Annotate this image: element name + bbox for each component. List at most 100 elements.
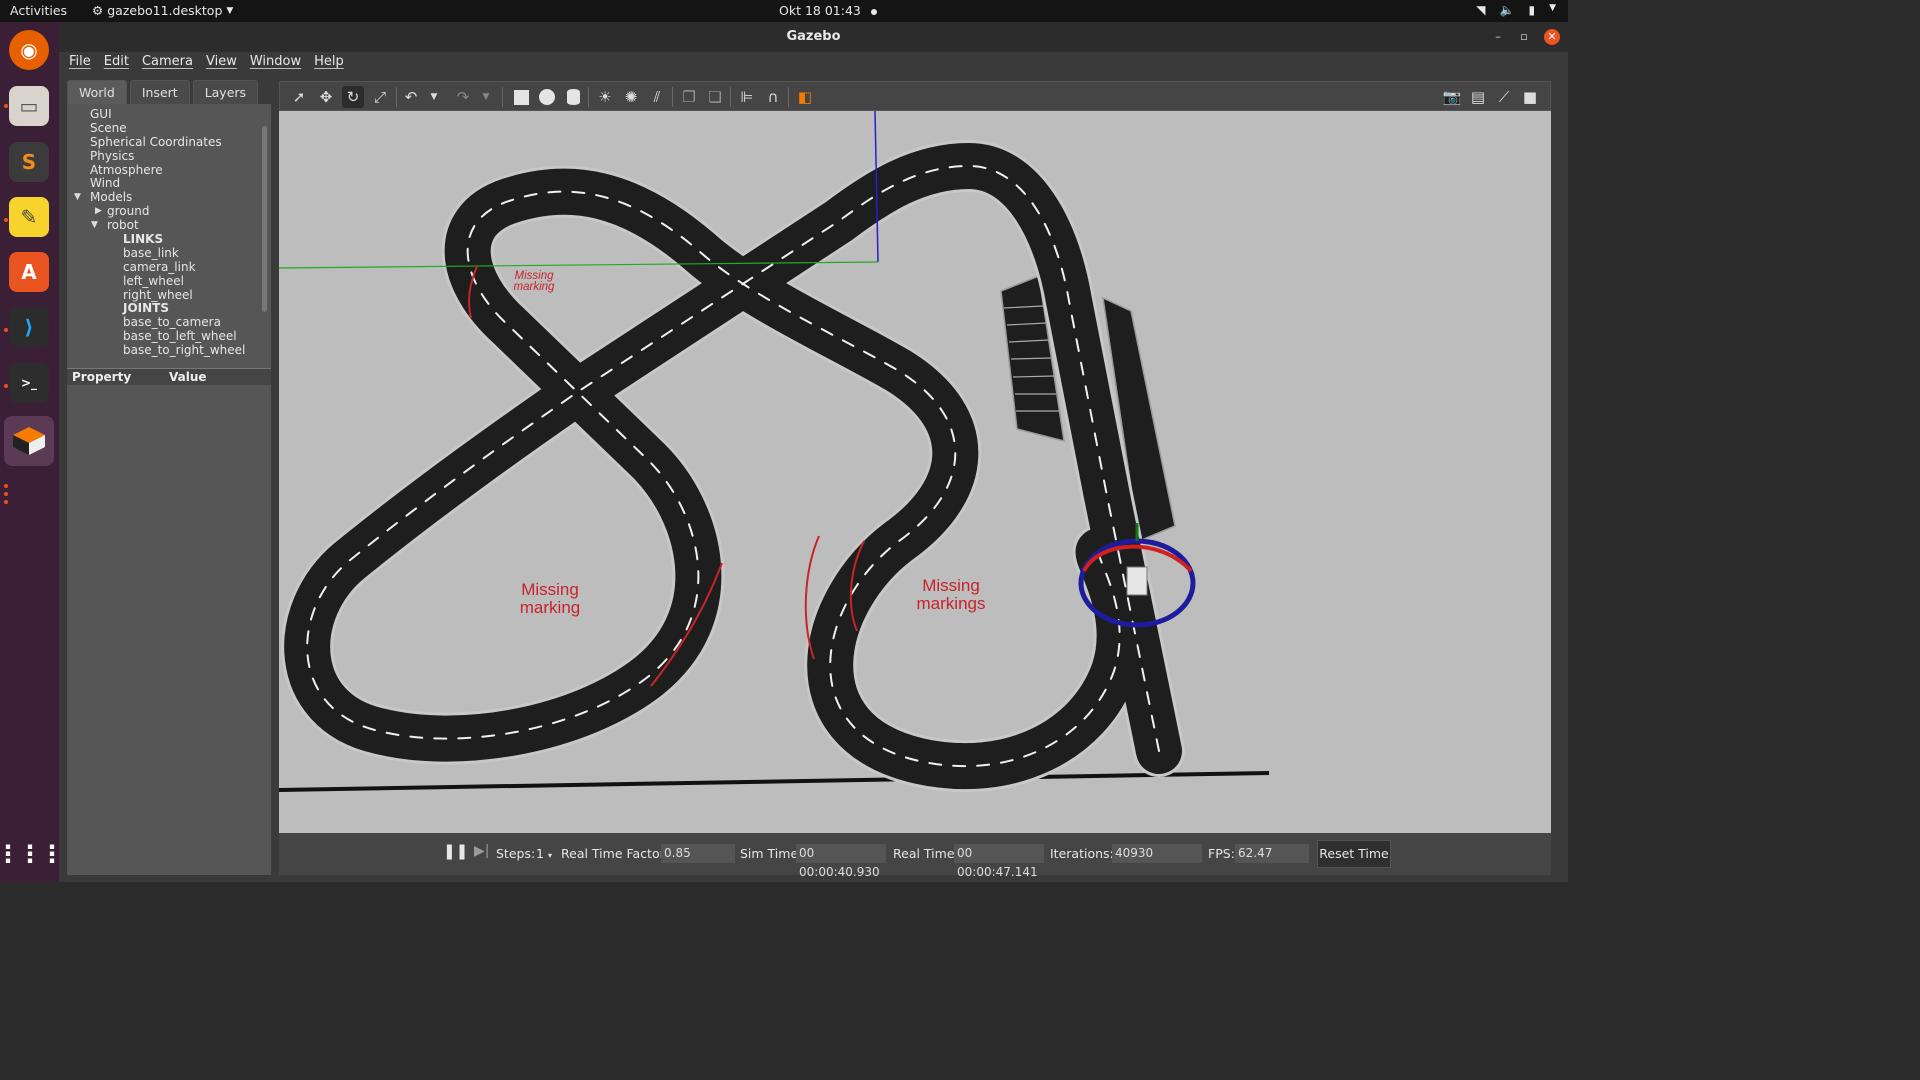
menu-window[interactable]: Window	[245, 52, 306, 74]
paste-icon[interactable]: ❏	[704, 86, 726, 108]
redo-history-chevron-icon[interactable]: ▼	[475, 86, 497, 108]
running-indicator	[4, 328, 8, 332]
tree-item-atmosphere[interactable]: Atmosphere	[67, 163, 271, 178]
tree-item-physics[interactable]: Physics	[67, 149, 271, 164]
tab-insert[interactable]: Insert	[129, 80, 190, 104]
tree-item-link[interactable]: camera_link	[67, 260, 271, 275]
firefox-icon[interactable]: ◉	[9, 30, 49, 70]
snap-icon[interactable]: ∩	[762, 86, 784, 108]
software-center-icon[interactable]: A	[9, 252, 49, 292]
fps-value: 62.47	[1235, 844, 1309, 863]
robot-body[interactable]	[1126, 566, 1148, 596]
wifi-icon: ◥	[1476, 3, 1486, 17]
minimize-button[interactable]: –	[1490, 29, 1506, 45]
menu-file[interactable]: File	[64, 52, 96, 74]
left-panel: World Insert Layers GUI Scene Spherical …	[67, 80, 271, 875]
tree-item-robot[interactable]: ▼ robot	[67, 218, 271, 233]
tree-item-label: robot	[107, 218, 139, 233]
vscode-icon[interactable]: ⟩	[9, 307, 49, 347]
directional-light-icon[interactable]: ⫽	[646, 86, 668, 108]
property-table-header: Property Value	[67, 369, 271, 385]
scale-mode-icon[interactable]: ⤢	[369, 86, 391, 108]
gazebo-app-icon: ⚙	[92, 3, 104, 18]
tab-world[interactable]: World	[67, 80, 127, 104]
sim-time-value: 00 00:00:40.930	[796, 844, 886, 879]
scene-viewport[interactable]: Missing marking Missing marking Missing …	[279, 111, 1551, 833]
menu-view[interactable]: View	[201, 52, 242, 74]
step-icon[interactable]: ▶|	[474, 843, 489, 859]
sphere-shape-icon[interactable]	[536, 86, 558, 108]
collapsed-arrow-icon[interactable]: ▶	[95, 205, 102, 219]
terminal-icon[interactable]: >_	[9, 363, 49, 403]
dock: ◉ ▭ S ✎ A ⟩ >_ ⋮⋮⋮	[0, 22, 64, 882]
property-table: Property Value	[67, 368, 271, 875]
undo-icon[interactable]: ↶	[400, 86, 422, 108]
close-button[interactable]: ✕	[1544, 29, 1560, 45]
rotate-mode-icon[interactable]: ↻	[342, 86, 364, 108]
tree-item-models[interactable]: ▼ Models	[67, 190, 271, 205]
tree-item-label: Models	[90, 190, 133, 205]
running-indicator	[4, 492, 8, 496]
toolbar-separator	[788, 87, 789, 107]
clock[interactable]: Okt 18 01:43	[779, 3, 877, 18]
align-icon[interactable]: ⊫	[736, 86, 758, 108]
toolbar-separator	[588, 87, 589, 107]
app-menu[interactable]: ⚙ gazebo11.desktop ▼	[92, 3, 233, 18]
steps-spinbox[interactable]: 1 ▾	[536, 846, 552, 861]
point-light-icon[interactable]: ☀	[594, 86, 616, 108]
real-time-value: 00 00:00:47.141	[954, 844, 1044, 879]
change-view-icon[interactable]: ◧	[794, 86, 816, 108]
tree-item-joint[interactable]: base_to_camera	[67, 315, 271, 330]
select-mode-icon[interactable]: ➚	[288, 86, 310, 108]
tree-item-wind[interactable]: Wind	[67, 177, 271, 191]
cylinder-shape-icon[interactable]	[562, 86, 584, 108]
gazebo-logo-icon	[13, 427, 45, 455]
tree-scrollbar[interactable]	[262, 126, 267, 312]
copy-icon[interactable]: ❐	[678, 86, 700, 108]
sublime-text-icon[interactable]: S	[9, 142, 49, 182]
tree-item-spherical-coordinates[interactable]: Spherical Coordinates	[67, 135, 271, 150]
iterations-label: Iterations:	[1050, 846, 1114, 861]
translate-mode-icon[interactable]: ✥	[315, 86, 337, 108]
maximize-button[interactable]: ▫	[1516, 29, 1532, 45]
activities-button[interactable]: Activities	[10, 3, 67, 18]
tree-item-scene[interactable]: Scene	[67, 121, 271, 136]
log-data-icon[interactable]: ▤	[1467, 86, 1489, 108]
tree-item-joint[interactable]: base_to_left_wheel	[67, 329, 271, 344]
chevron-down-icon: ▾	[547, 851, 552, 860]
tab-layers[interactable]: Layers	[192, 80, 259, 104]
running-indicator	[4, 104, 8, 108]
expanded-arrow-icon[interactable]: ▼	[91, 219, 98, 233]
expanded-arrow-icon[interactable]: ▼	[74, 191, 81, 205]
menu-camera[interactable]: Camera	[137, 52, 198, 74]
tree-item-ground[interactable]: ▶ ground	[67, 204, 271, 219]
redo-icon[interactable]: ↷	[452, 86, 474, 108]
screenshot-icon[interactable]: 📷	[1441, 86, 1463, 108]
text-editor-icon[interactable]: ✎	[9, 197, 49, 237]
system-tray[interactable]: ◥ 🔈 ▮ ▼	[1476, 3, 1556, 17]
spot-light-icon[interactable]: ✺	[620, 86, 642, 108]
files-icon[interactable]: ▭	[9, 86, 49, 126]
track-scene	[279, 111, 1551, 833]
gazebo-dock-icon[interactable]	[4, 416, 54, 466]
running-indicator	[4, 500, 8, 504]
title-bar[interactable]: Gazebo – ▫ ✕	[59, 22, 1568, 52]
video-record-icon[interactable]: ■	[1519, 86, 1541, 108]
volume-icon: 🔈	[1499, 3, 1515, 17]
tree-item-link[interactable]: left_wheel	[67, 274, 271, 289]
tree-item-link[interactable]: base_link	[67, 246, 271, 261]
tree-item-joint[interactable]: base_to_right_wheel	[67, 343, 271, 358]
tree-item-gui[interactable]: GUI	[67, 107, 271, 122]
value-column-header[interactable]: Value	[164, 369, 207, 385]
tree-item-link[interactable]: right_wheel	[67, 288, 271, 303]
plot-icon[interactable]: ⟋	[1493, 86, 1515, 108]
window-title: Gazebo	[786, 29, 841, 44]
undo-history-chevron-icon[interactable]: ▼	[423, 86, 445, 108]
menu-edit[interactable]: Edit	[99, 52, 134, 74]
box-shape-icon[interactable]	[510, 86, 532, 108]
property-column-header[interactable]: Property	[67, 369, 164, 385]
menu-help[interactable]: Help	[309, 52, 349, 74]
show-apps-icon[interactable]: ⋮⋮⋮	[0, 834, 64, 874]
reset-time-button[interactable]: Reset Time	[1317, 840, 1391, 868]
pause-icon[interactable]: ❚❚	[443, 842, 468, 860]
